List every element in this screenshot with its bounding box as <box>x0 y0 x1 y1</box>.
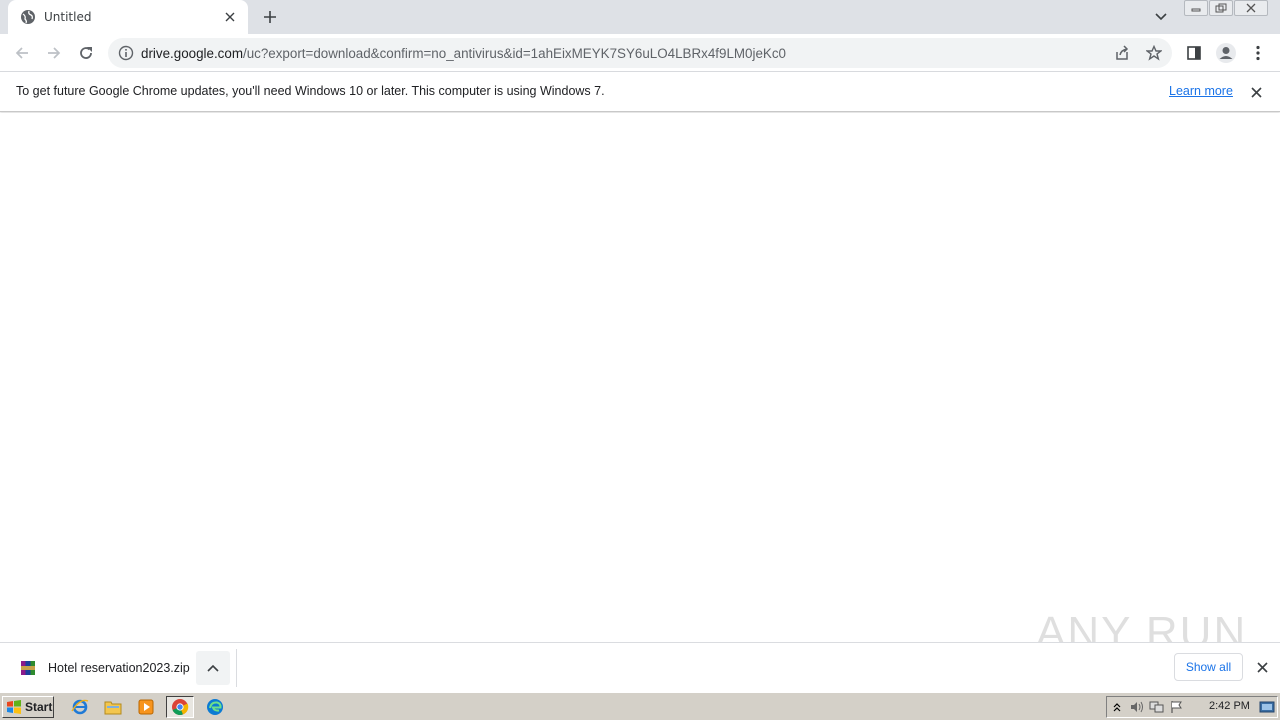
internet-explorer-icon[interactable] <box>66 696 94 718</box>
download-filename: Hotel reservation2023.zip <box>48 661 190 675</box>
browser-tab[interactable]: Untitled <box>8 0 248 34</box>
show-hidden-icons-chevron-up-icon[interactable] <box>1107 698 1127 716</box>
volume-icon[interactable] <box>1127 698 1147 716</box>
reload-icon[interactable] <box>74 41 98 65</box>
network-icon[interactable] <box>1147 698 1167 716</box>
infobar-message: To get future Google Chrome updates, you… <box>16 84 605 98</box>
site-info-icon[interactable] <box>116 43 136 63</box>
tab-strip: Untitled <box>0 0 1280 34</box>
file-explorer-icon[interactable] <box>99 696 127 718</box>
url-host: drive.google.com <box>141 45 243 61</box>
share-icon[interactable] <box>1110 41 1134 65</box>
forward-arrow-icon[interactable] <box>42 41 66 65</box>
divider <box>236 649 237 687</box>
profile-avatar-icon[interactable] <box>1214 41 1238 65</box>
download-shelf: Hotel reservation2023.zip Show all <box>0 642 1280 692</box>
start-button[interactable]: Start <box>2 696 54 718</box>
show-all-button[interactable]: Show all <box>1174 653 1243 681</box>
shelf-close-icon[interactable] <box>1253 658 1271 676</box>
learn-more-link[interactable]: Learn more <box>1169 84 1233 98</box>
edge-icon[interactable] <box>201 696 229 718</box>
tab-search-chevron-down-icon[interactable] <box>1150 6 1172 28</box>
window-controls <box>1183 0 1268 18</box>
side-panel-icon[interactable] <box>1182 41 1206 65</box>
show-desktop-icon[interactable] <box>1257 698 1277 716</box>
page-content <box>0 113 1280 642</box>
action-center-flag-icon[interactable] <box>1167 698 1187 716</box>
download-item[interactable]: Hotel reservation2023.zip <box>12 651 190 685</box>
kebab-menu-icon[interactable] <box>1246 41 1270 65</box>
url-path: /uc?export=download&confirm=no_antivirus… <box>242 45 786 61</box>
back-arrow-icon[interactable] <box>10 41 34 65</box>
chrome-icon[interactable] <box>166 696 194 718</box>
winrar-zip-icon <box>21 661 35 675</box>
restore-button[interactable] <box>1209 0 1233 16</box>
address-bar[interactable]: drive.google.com/uc?export=download&conf… <box>108 38 1172 68</box>
tab-close-icon[interactable] <box>222 9 238 25</box>
windows-logo-icon <box>7 700 21 714</box>
window-close-button[interactable] <box>1234 0 1268 16</box>
bookmark-star-icon[interactable] <box>1142 41 1166 65</box>
update-infobar: To get future Google Chrome updates, you… <box>0 72 1280 112</box>
system-tray: 2:42 PM <box>1106 696 1278 718</box>
browser-toolbar: drive.google.com/uc?export=download&conf… <box>0 34 1280 72</box>
start-label: Start <box>25 700 53 714</box>
media-player-icon[interactable] <box>132 696 160 718</box>
infobar-close-icon[interactable] <box>1247 83 1265 101</box>
clock[interactable]: 2:42 PM <box>1209 700 1250 712</box>
url-text: drive.google.com/uc?export=download&conf… <box>141 46 786 61</box>
minimize-button[interactable] <box>1184 0 1208 16</box>
chevron-up-icon[interactable] <box>196 651 230 685</box>
globe-icon <box>21 10 35 24</box>
windows-taskbar: Start 2:42 PM <box>0 692 1280 720</box>
tab-title: Untitled <box>44 10 92 24</box>
new-tab-button[interactable] <box>258 5 282 29</box>
